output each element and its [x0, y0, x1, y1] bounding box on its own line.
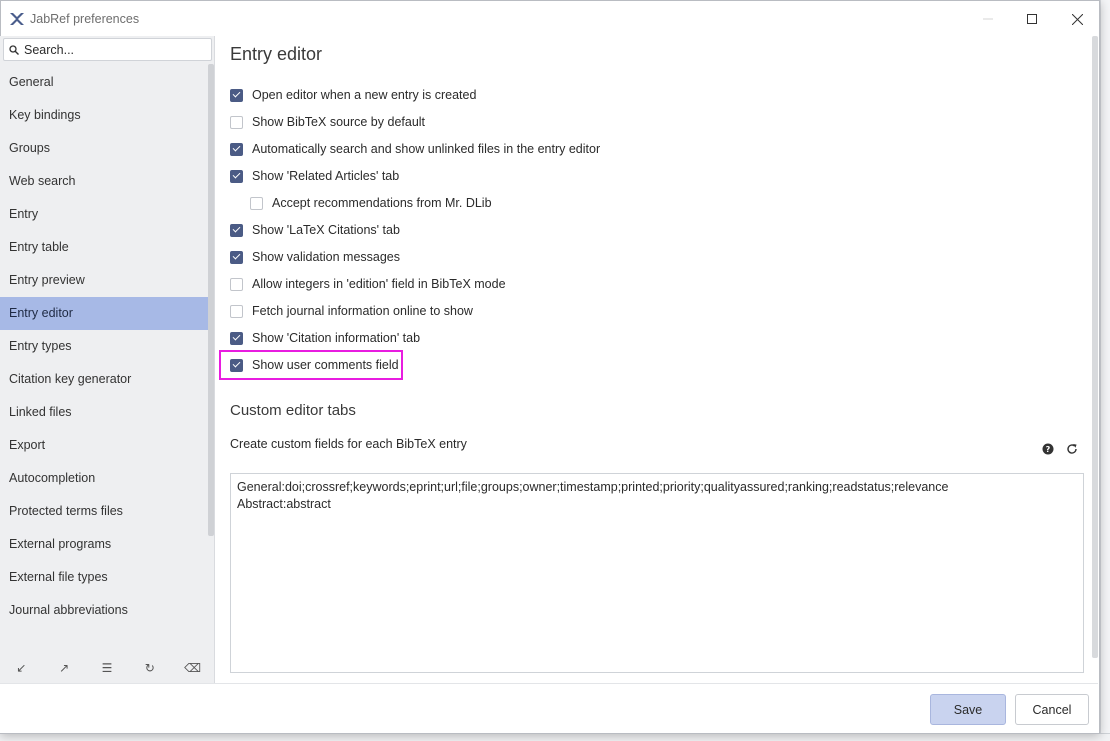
option-label: Open editor when a new entry is created	[252, 88, 477, 102]
option-row[interactable]: Show BibTeX source by default	[230, 113, 425, 131]
option-row[interactable]: Automatically search and show unlinked f…	[230, 140, 600, 158]
preferences-sidebar: GeneralKey bindingsGroupsWeb searchEntry…	[0, 36, 215, 683]
save-button[interactable]: Save	[930, 694, 1006, 725]
preferences-nav-list: General Key bindings Groups Web search Entry…	[0, 66, 208, 627]
custom-editor-tabs-heading: Custom editor tabs	[230, 402, 356, 419]
option-row[interactable]: Allow integers in 'edition' field in Bib…	[230, 275, 506, 293]
custom-tabs-textarea[interactable]: General:doi;crossref;keywords;eprint;url…	[230, 473, 1084, 673]
eraser-icon[interactable]: ⌫	[171, 661, 214, 675]
checkbox-unchecked[interactable]	[250, 196, 263, 210]
jabref-logo-icon	[10, 13, 24, 25]
sidebar-item-key-bindings[interactable]: Key bindings	[0, 99, 208, 132]
background-window-edge	[1100, 0, 1110, 741]
maximize-button[interactable]	[1009, 1, 1055, 37]
maximize-icon	[1027, 14, 1037, 24]
search-input[interactable]	[24, 42, 204, 57]
title-bar: JabRef preferences	[1, 1, 1099, 37]
option-label: Allow integers in 'edition' field in Bib…	[252, 277, 506, 291]
checkbox-checked[interactable]	[230, 331, 243, 345]
close-icon	[1071, 13, 1083, 25]
svg-text:?: ?	[1046, 445, 1051, 454]
sidebar-item-entry-editor[interactable]: Entry editor	[0, 297, 208, 330]
custom-tab-line: Abstract:abstract	[237, 497, 331, 511]
option-label: Show validation messages	[252, 250, 400, 264]
option-row[interactable]: Open editor when a new entry is created	[230, 86, 476, 104]
minimize-button[interactable]	[965, 1, 1011, 37]
checkbox-unchecked[interactable]	[230, 277, 243, 291]
highlight-annotation	[219, 350, 403, 380]
sidebar-item-external-programs[interactable]: External programs	[0, 528, 208, 561]
content-scrollbar[interactable]	[1092, 36, 1098, 658]
checkbox-checked[interactable]	[230, 250, 243, 264]
sidebar-item-autocompletion[interactable]: Autocompletion	[0, 462, 208, 495]
option-row[interactable]: Show 'Related Articles' tab	[230, 167, 399, 185]
option-label: Accept recommendations from Mr. DLib	[272, 196, 492, 210]
option-label: Automatically search and show unlinked f…	[252, 142, 601, 156]
help-icon[interactable]: ?	[1042, 443, 1054, 455]
minimize-icon	[983, 18, 993, 20]
sidebar-item-entry[interactable]: Entry	[0, 198, 208, 231]
sidebar-scrollbar[interactable]	[208, 64, 214, 536]
reset-icon[interactable]	[1066, 443, 1078, 455]
checkbox-checked[interactable]	[230, 169, 243, 183]
checkbox-checked[interactable]	[230, 142, 243, 156]
custom-tab-line: General:doi;crossref;keywords;eprint;url…	[237, 480, 949, 494]
search-icon	[9, 44, 19, 55]
sidebar-toolbar: ↙ ↗ ☰ ↻ ⌫	[0, 653, 214, 683]
option-row[interactable]: Show validation messages	[230, 248, 400, 266]
sidebar-item-web-search[interactable]: Web search	[0, 165, 208, 198]
sidebar-item-export[interactable]: Export	[0, 429, 208, 462]
checkbox-checked[interactable]	[230, 88, 243, 102]
sidebar-item-citation-key-generator[interactable]: Citation key generator	[0, 363, 208, 396]
sidebar-item-linked-files[interactable]: Linked files	[0, 396, 208, 429]
search-box	[3, 38, 212, 61]
checkbox-unchecked[interactable]	[230, 304, 243, 318]
page-title: Entry editor	[230, 44, 323, 64]
option-row[interactable]: Fetch journal information online to show	[230, 302, 473, 320]
option-label: Show 'Related Articles' tab	[252, 169, 400, 183]
sidebar-item-external-file-types[interactable]: External file types	[0, 561, 208, 594]
refresh-icon[interactable]: ↻	[128, 661, 171, 675]
close-button[interactable]	[1054, 1, 1100, 37]
option-row[interactable]: Show 'LaTeX Citations' tab	[230, 221, 400, 239]
checkbox-checked[interactable]	[230, 223, 243, 237]
sidebar-item-entry-types[interactable]: Entry types	[0, 330, 208, 363]
window-title: JabRef preferences	[30, 12, 140, 26]
sidebar-item-groups[interactable]: Groups	[0, 132, 208, 165]
option-label: Show BibTeX source by default	[252, 115, 426, 129]
option-row[interactable]: Show 'Citation information' tab	[230, 329, 420, 347]
sidebar-item-entry-table[interactable]: Entry table	[0, 231, 208, 264]
list-icon[interactable]: ☰	[86, 661, 129, 675]
custom-editor-tabs-description: Create custom fields for each BibTeX ent…	[230, 437, 467, 451]
sidebar-item-general[interactable]: General	[0, 66, 208, 99]
option-label: Show 'LaTeX Citations' tab	[252, 223, 400, 237]
option-label: Fetch journal information online to show	[252, 304, 473, 318]
import-arrow-icon[interactable]: ↙	[0, 661, 43, 675]
sidebar-item-journal-abbreviations[interactable]: Journal abbreviations	[0, 594, 208, 627]
cancel-button[interactable]: Cancel	[1015, 694, 1089, 725]
dialog-footer: Save Cancel	[0, 683, 1098, 733]
checkbox-unchecked[interactable]	[230, 115, 243, 129]
sidebar-item-entry-preview[interactable]: Entry preview	[0, 264, 208, 297]
export-arrow-icon[interactable]: ↗	[43, 661, 86, 675]
background-window-bottom	[0, 733, 1110, 741]
option-row[interactable]: Accept recommendations from Mr. DLib	[250, 194, 492, 212]
option-label: Show 'Citation information' tab	[252, 331, 421, 345]
sidebar-item-protected-terms-files[interactable]: Protected terms files	[0, 495, 208, 528]
